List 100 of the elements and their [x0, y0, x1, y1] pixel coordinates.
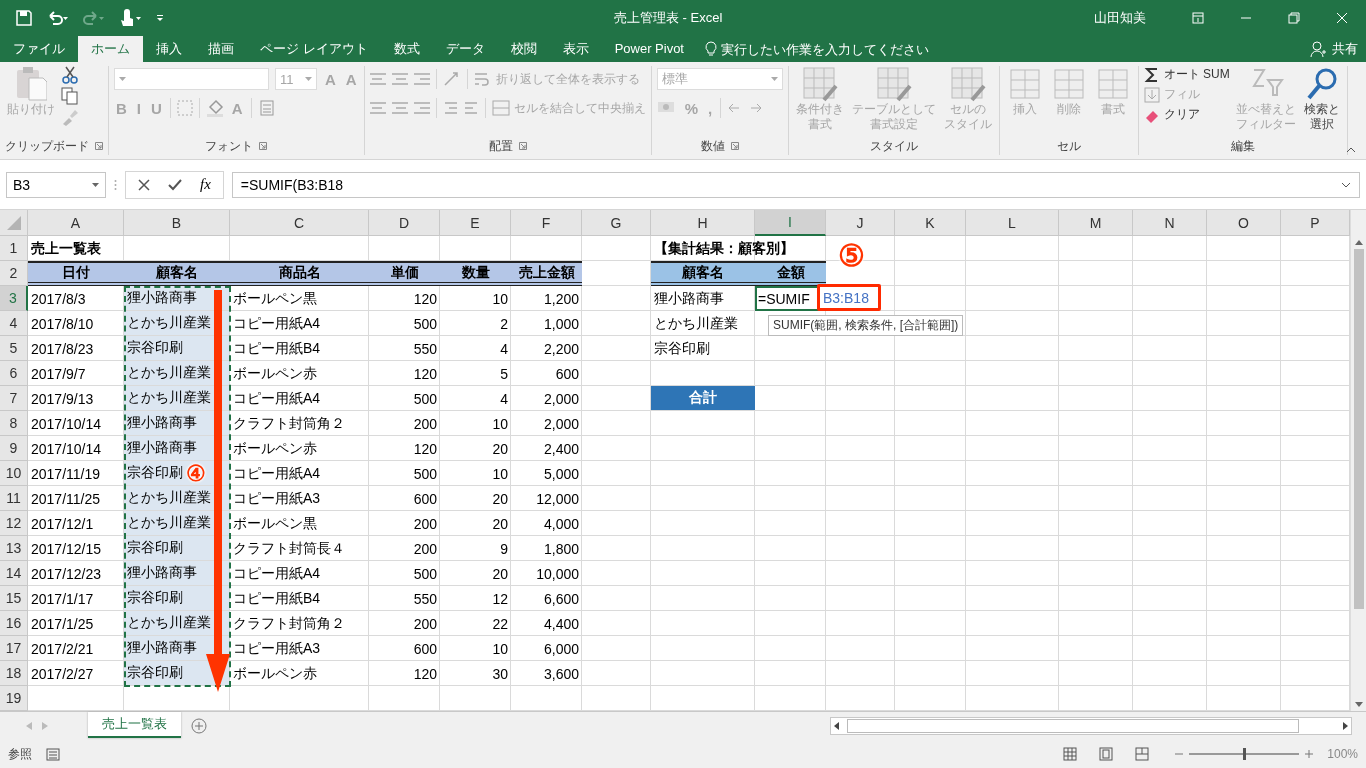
align-icon[interactable] [369, 72, 386, 86]
dialog-launcher-icon[interactable] [730, 142, 739, 150]
align-icon[interactable] [369, 101, 386, 115]
column-header[interactable]: O [1207, 210, 1281, 236]
border-icon[interactable] [176, 100, 193, 116]
fill-bucket-icon[interactable] [205, 99, 224, 117]
redo-icon[interactable] [82, 10, 104, 26]
column-header[interactable]: A [28, 210, 124, 236]
orientation-icon[interactable] [442, 71, 461, 87]
page-break-icon[interactable] [1135, 747, 1150, 761]
macro-record-icon[interactable] [46, 747, 60, 761]
normal-view-icon[interactable] [1063, 747, 1078, 761]
page-layout-icon[interactable] [1099, 747, 1114, 761]
column-header[interactable]: L [966, 210, 1059, 236]
ribbon-tab[interactable]: ファイル [0, 36, 78, 62]
align-icon[interactable] [413, 101, 430, 115]
column-header[interactable]: K [895, 210, 966, 236]
row-header[interactable]: 17 [0, 636, 28, 661]
enter-check-icon[interactable] [168, 178, 182, 191]
ribbon-tab[interactable]: 校閲 [497, 36, 550, 62]
prev-sheet-icon[interactable] [26, 722, 32, 730]
column-header[interactable]: P [1281, 210, 1350, 236]
row-header[interactable]: 9 [0, 436, 28, 461]
row-header[interactable]: 8 [0, 411, 28, 436]
copy-icon[interactable] [61, 87, 79, 105]
ribbon-button[interactable]: オート SUM [1143, 66, 1230, 83]
undo-icon[interactable] [46, 10, 68, 26]
column-header[interactable]: E [440, 210, 511, 236]
column-header[interactable]: H [651, 210, 755, 236]
touch-mode-icon[interactable] [118, 9, 142, 27]
table-cell: 120 [413, 440, 437, 457]
header-cell: 単価 [369, 261, 440, 286]
column-header[interactable]: F [511, 210, 582, 236]
ribbon-tab[interactable]: データ [432, 36, 498, 62]
ribbon-tab[interactable]: Power Pivot [601, 36, 697, 62]
ribbon-button[interactable]: 検索と 選択 [1301, 66, 1342, 137]
formula-field[interactable]: =SUMIF(B3:B18 [231, 171, 1360, 198]
ribbon-display-icon[interactable] [1192, 12, 1204, 24]
save-icon[interactable] [16, 10, 32, 26]
zoom-out-icon[interactable] [1175, 750, 1184, 758]
select-all-corner[interactable] [0, 210, 28, 236]
align-icon[interactable] [413, 72, 430, 86]
ribbon-button[interactable]: クリア [1143, 106, 1230, 123]
column-header[interactable]: M [1059, 210, 1133, 236]
sheet-tab[interactable]: 売上一覧表 [88, 711, 181, 738]
row-header[interactable]: 10 [0, 461, 28, 486]
row-header[interactable]: 3 [0, 286, 28, 311]
column-header[interactable]: I [755, 210, 826, 236]
close-icon[interactable] [1336, 12, 1348, 24]
column-header[interactable]: D [369, 210, 440, 236]
row-header[interactable]: 15 [0, 586, 28, 611]
ribbon-tab[interactable]: ページ レイアウト [247, 36, 381, 62]
scissors-icon[interactable] [61, 66, 79, 84]
align-icon[interactable] [391, 101, 408, 115]
column-header[interactable]: G [582, 210, 651, 236]
row-header[interactable]: 1 [0, 236, 28, 261]
zoom-in-icon[interactable] [1305, 750, 1314, 758]
column-header[interactable]: B [124, 210, 230, 236]
insert-function-button[interactable]: fx [200, 176, 211, 193]
brush-icon[interactable] [61, 108, 79, 126]
dialog-launcher-icon[interactable] [518, 142, 527, 150]
vertical-scrollbar[interactable] [1350, 210, 1366, 711]
align-icon[interactable] [391, 72, 408, 86]
tell-me-field[interactable]: 実行したい作業を入力してください [721, 41, 1021, 57]
horizontal-scrollbar[interactable] [830, 717, 1352, 735]
row-header[interactable]: 5 [0, 336, 28, 361]
zoom-thumb[interactable] [1243, 748, 1247, 760]
row-header[interactable]: 12 [0, 511, 28, 536]
table-cell: 600 [413, 490, 437, 507]
row-header[interactable]: 16 [0, 611, 28, 636]
ribbon-tab[interactable]: 挿入 [143, 36, 195, 62]
customize-icon[interactable] [156, 14, 164, 22]
table-cell: 20 [492, 490, 508, 507]
cancel-icon[interactable] [138, 178, 150, 191]
column-header[interactable]: C [230, 210, 369, 236]
ribbon-tab[interactable]: ホーム [78, 36, 143, 62]
add-sheet-icon[interactable] [191, 718, 207, 734]
column-header[interactable]: J [826, 210, 895, 236]
next-sheet-icon[interactable] [42, 722, 48, 730]
dialog-launcher-icon[interactable] [95, 142, 103, 150]
dialog-launcher-icon[interactable] [259, 142, 268, 150]
row-header[interactable]: 4 [0, 311, 28, 336]
restore-icon[interactable] [1288, 12, 1300, 24]
column-header[interactable]: N [1133, 210, 1207, 236]
indent-icon[interactable] [442, 101, 479, 115]
ribbon-tab[interactable]: 数式 [380, 36, 433, 62]
row-header[interactable]: 2 [0, 261, 28, 286]
row-header[interactable]: 19 [0, 686, 28, 711]
row-header[interactable]: 7 [0, 386, 28, 411]
collapse-ribbon-icon[interactable] [1346, 147, 1356, 153]
share-button[interactable]: 共有 [1304, 36, 1366, 62]
table-cell: 狸小路商事 [654, 289, 724, 308]
ribbon-tab[interactable]: 表示 [549, 36, 602, 62]
row-header[interactable]: 18 [0, 661, 28, 686]
name-box[interactable]: B3 [6, 171, 106, 198]
row-header[interactable]: 13 [0, 536, 28, 561]
row-header[interactable]: 11 [0, 486, 28, 511]
row-header[interactable]: 6 [0, 361, 28, 386]
ribbon-tab[interactable]: 描画 [195, 36, 247, 62]
row-header[interactable]: 14 [0, 561, 28, 586]
